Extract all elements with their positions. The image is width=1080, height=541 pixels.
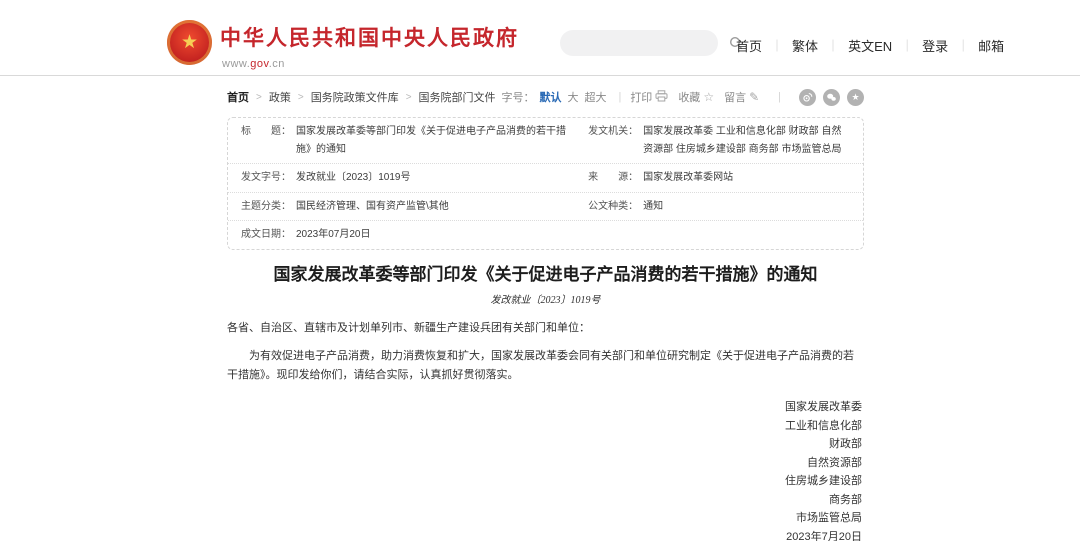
chevron-right-icon: > [256, 92, 262, 103]
comment-label: 留言 [724, 89, 746, 105]
toolbar-separator: | [618, 91, 621, 103]
print-button[interactable]: 打印 [630, 89, 668, 105]
meta-type-value: 通知 [643, 198, 663, 216]
nav-english[interactable]: 英文EN [848, 36, 892, 55]
nav-login[interactable]: 登录 [922, 36, 948, 55]
national-emblem-icon: ★ [167, 20, 212, 65]
meta-category-label: 主题分类： [241, 198, 291, 216]
site-logo[interactable]: ★ 中华人民共和国中央人民政府 www.gov.cn [167, 20, 519, 70]
meta-source-value: 国家发展改革委网站 [643, 169, 733, 187]
meta-category-value: 国民经济管理、国有资产监管\其他 [296, 198, 449, 216]
meta-docno-value: 发改就业〔2023〕1019号 [296, 169, 411, 187]
breadcrumb-toolbar-row: 首页 > 政策 > 国务院政策文件库 > 国务院部门文件 字号： 默认 大 超大… [227, 88, 864, 106]
signature-line: 市场监管总局 [227, 509, 862, 528]
toolbar-separator: | [778, 91, 781, 103]
document-title: 国家发展改革委等部门印发《关于促进电子产品消费的若干措施》的通知 [233, 263, 858, 287]
meta-agency-value: 国家发展改革委 工业和信息化部 财政部 自然资源部 住房城乡建设部 商务部 市场… [643, 123, 850, 158]
print-label: 打印 [630, 89, 652, 105]
favorite-label: 收藏 [678, 89, 700, 105]
meta-source-label: 来 源： [588, 169, 638, 187]
meta-title-label: 标 题： [241, 123, 291, 141]
nav-separator: ｜ [827, 37, 839, 54]
signature-block: 国家发展改革委 工业和信息化部 财政部 自然资源部 住房城乡建设部 商务部 市场… [227, 398, 864, 541]
nav-mail[interactable]: 邮箱 [978, 36, 1004, 55]
nav-separator: ｜ [771, 37, 783, 54]
document-number: 发改就业〔2023〕1019号 [227, 291, 864, 306]
signature-line: 国家发展改革委 [227, 398, 862, 417]
meta-date-value: 2023年07月20日 [296, 226, 371, 244]
nav-separator: ｜ [957, 37, 969, 54]
fontsize-label: 字号： [501, 89, 534, 105]
share-buttons: ★ [792, 89, 864, 106]
chevron-right-icon: > [406, 92, 412, 103]
signature-line: 财政部 [227, 435, 862, 454]
meta-agency-label: 发文机关： [588, 123, 638, 141]
search-box[interactable] [560, 30, 718, 56]
document-meta-table: 标 题： 国家发展改革委等部门印发《关于促进电子产品消费的若干措施》的通知 发文… [227, 117, 864, 250]
meta-row-category-type: 主题分类： 国民经济管理、国有资产监管\其他 公文种类： 通知 [228, 192, 863, 221]
site-url-gov: gov [250, 58, 268, 70]
signature-date: 2023年7月20日 [227, 528, 862, 541]
site-url-cn: .cn [269, 58, 285, 70]
meta-row-docno-source: 发文字号： 发改就业〔2023〕1019号 来 源： 国家发展改革委网站 [228, 163, 863, 192]
meta-type-label: 公文种类： [588, 198, 638, 216]
fontsize-xlarge-button[interactable]: 超大 [584, 89, 606, 105]
site-url: www.gov.cn [222, 58, 519, 70]
meta-row-date: 成文日期： 2023年07月20日 [228, 220, 863, 249]
paragraph-body: 为有效促进电子产品消费，助力消费恢复和扩大，国家发展改革委会同有关部门和单位研究… [227, 347, 864, 385]
breadcrumb-home[interactable]: 首页 [227, 89, 249, 105]
breadcrumb-policy-library[interactable]: 国务院政策文件库 [311, 89, 399, 105]
site-url-www: www. [222, 58, 250, 70]
top-nav: 首页 ｜ 繁体 ｜ 英文EN ｜ 登录 ｜ 邮箱 [736, 36, 1004, 55]
star-icon: ☆ [703, 91, 714, 103]
weibo-share-icon[interactable] [799, 89, 816, 106]
nav-traditional[interactable]: 繁体 [792, 36, 818, 55]
main-content: 首页 > 政策 > 国务院政策文件库 > 国务院部门文件 字号： 默认 大 超大… [227, 88, 864, 541]
article-toolbar: 字号： 默认 大 超大 | 打印 收藏 ☆ 留言 [501, 89, 864, 106]
search-input[interactable] [560, 30, 729, 56]
breadcrumb-department-docs: 国务院部门文件 [419, 89, 496, 105]
favorite-share-icon[interactable]: ★ [847, 89, 864, 106]
nav-home[interactable]: 首页 [736, 36, 762, 55]
chevron-right-icon: > [298, 92, 304, 103]
meta-date-label: 成文日期： [241, 226, 291, 244]
signature-line: 住房城乡建设部 [227, 472, 862, 491]
wechat-share-icon[interactable] [823, 89, 840, 106]
meta-title-value: 国家发展改革委等部门印发《关于促进电子产品消费的若干措施》的通知 [296, 123, 580, 158]
favorite-button[interactable]: 收藏 ☆ [678, 89, 714, 105]
meta-row-title-agency: 标 题： 国家发展改革委等部门印发《关于促进电子产品消费的若干措施》的通知 发文… [228, 118, 863, 163]
fontsize-default-button[interactable]: 默认 [539, 89, 561, 105]
site-header: ★ 中华人民共和国中央人民政府 www.gov.cn 首页 ｜ 繁体 ｜ 英文E… [0, 0, 1080, 76]
pencil-icon: ✎ [749, 91, 759, 103]
breadcrumb-policy[interactable]: 政策 [269, 89, 291, 105]
meta-docno-label: 发文字号： [241, 169, 291, 187]
signature-line: 工业和信息化部 [227, 417, 862, 436]
comment-button[interactable]: 留言 ✎ [724, 89, 759, 105]
printer-icon [655, 90, 668, 104]
signature-line: 自然资源部 [227, 454, 862, 473]
breadcrumb: 首页 > 政策 > 国务院政策文件库 > 国务院部门文件 [227, 89, 496, 105]
signature-line: 商务部 [227, 491, 862, 510]
site-identity: 中华人民共和国中央人民政府 www.gov.cn [220, 20, 519, 70]
nav-separator: ｜ [901, 37, 913, 54]
paragraph-recipients: 各省、自治区、直辖市及计划单列市、新疆生产建设兵团有关部门和单位： [227, 319, 864, 338]
fontsize-large-button[interactable]: 大 [567, 89, 578, 105]
site-title: 中华人民共和国中央人民政府 [220, 22, 519, 52]
